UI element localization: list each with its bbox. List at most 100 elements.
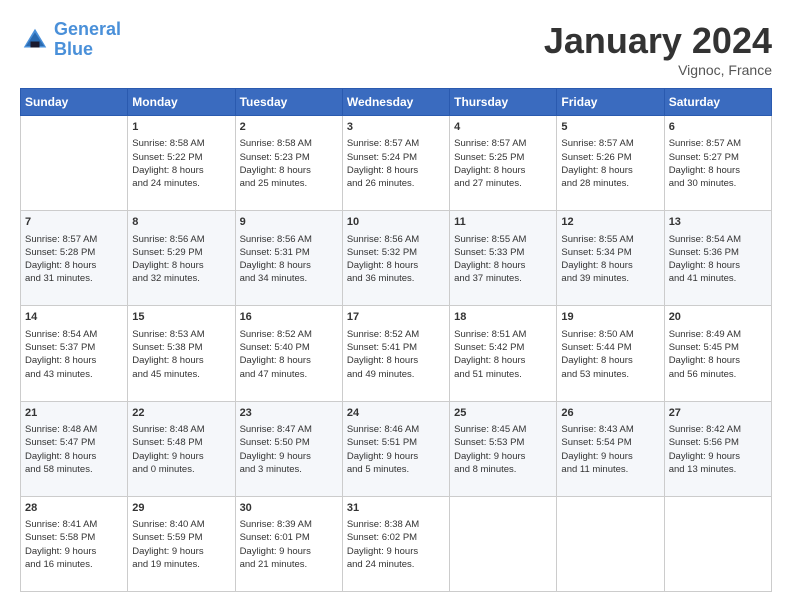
day-info: Sunrise: 8:48 AM [25,423,123,436]
day-cell: 6Sunrise: 8:57 AMSunset: 5:27 PMDaylight… [664,116,771,211]
day-info: Sunset: 5:24 PM [347,151,445,164]
day-info: Sunset: 5:40 PM [240,341,338,354]
day-info: Sunrise: 8:52 AM [240,328,338,341]
day-info: Sunset: 5:34 PM [561,246,659,259]
day-cell: 15Sunrise: 8:53 AMSunset: 5:38 PMDayligh… [128,306,235,401]
day-number: 26 [561,406,659,421]
day-info: Sunrise: 8:45 AM [454,423,552,436]
day-info: Sunset: 6:02 PM [347,531,445,544]
day-cell: 25Sunrise: 8:45 AMSunset: 5:53 PMDayligh… [450,401,557,496]
day-info: Sunrise: 8:38 AM [347,518,445,531]
location: Vignoc, France [544,62,772,78]
day-cell: 11Sunrise: 8:55 AMSunset: 5:33 PMDayligh… [450,211,557,306]
day-cell: 10Sunrise: 8:56 AMSunset: 5:32 PMDayligh… [342,211,449,306]
day-info: Sunrise: 8:56 AM [347,233,445,246]
day-info: and 53 minutes. [561,368,659,381]
day-number: 7 [25,215,123,230]
day-number: 19 [561,310,659,325]
day-info: Sunrise: 8:55 AM [454,233,552,246]
day-number: 23 [240,406,338,421]
day-cell: 14Sunrise: 8:54 AMSunset: 5:37 PMDayligh… [21,306,128,401]
day-number: 25 [454,406,552,421]
day-info: and 30 minutes. [669,177,767,190]
day-number: 14 [25,310,123,325]
day-info: Sunset: 5:33 PM [454,246,552,259]
calendar-header: SundayMondayTuesdayWednesdayThursdayFrid… [21,89,772,116]
day-cell: 20Sunrise: 8:49 AMSunset: 5:45 PMDayligh… [664,306,771,401]
day-info: and 11 minutes. [561,463,659,476]
day-info: Daylight: 8 hours [25,259,123,272]
day-info: Daylight: 9 hours [240,545,338,558]
day-info: Sunset: 5:47 PM [25,436,123,449]
day-info: Daylight: 8 hours [132,354,230,367]
day-info: Sunrise: 8:39 AM [240,518,338,531]
day-info: and 41 minutes. [669,272,767,285]
day-info: Sunrise: 8:43 AM [561,423,659,436]
day-cell: 24Sunrise: 8:46 AMSunset: 5:51 PMDayligh… [342,401,449,496]
day-header-monday: Monday [128,89,235,116]
day-info: Sunset: 5:28 PM [25,246,123,259]
day-info: Daylight: 8 hours [347,354,445,367]
day-info: and 8 minutes. [454,463,552,476]
day-info: and 27 minutes. [454,177,552,190]
day-info: Sunrise: 8:47 AM [240,423,338,436]
day-number: 6 [669,120,767,135]
day-info: Sunset: 5:25 PM [454,151,552,164]
day-cell: 13Sunrise: 8:54 AMSunset: 5:36 PMDayligh… [664,211,771,306]
day-cell: 5Sunrise: 8:57 AMSunset: 5:26 PMDaylight… [557,116,664,211]
day-info: Sunrise: 8:42 AM [669,423,767,436]
day-info: Sunset: 5:51 PM [347,436,445,449]
day-info: Sunrise: 8:58 AM [240,137,338,150]
day-info: Daylight: 9 hours [347,545,445,558]
day-cell [557,496,664,591]
header-row: SundayMondayTuesdayWednesdayThursdayFrid… [21,89,772,116]
header: General Blue January 2024 Vignoc, France [20,20,772,78]
day-info: Sunrise: 8:41 AM [25,518,123,531]
day-cell: 12Sunrise: 8:55 AMSunset: 5:34 PMDayligh… [557,211,664,306]
calendar: SundayMondayTuesdayWednesdayThursdayFrid… [20,88,772,592]
day-info: Daylight: 9 hours [132,450,230,463]
day-cell: 2Sunrise: 8:58 AMSunset: 5:23 PMDaylight… [235,116,342,211]
day-info: Daylight: 8 hours [454,259,552,272]
day-info: and 25 minutes. [240,177,338,190]
day-info: Daylight: 9 hours [561,450,659,463]
day-info: and 58 minutes. [25,463,123,476]
day-cell: 30Sunrise: 8:39 AMSunset: 6:01 PMDayligh… [235,496,342,591]
day-cell: 3Sunrise: 8:57 AMSunset: 5:24 PMDaylight… [342,116,449,211]
day-info: Sunrise: 8:57 AM [347,137,445,150]
day-cell: 23Sunrise: 8:47 AMSunset: 5:50 PMDayligh… [235,401,342,496]
day-header-friday: Friday [557,89,664,116]
day-cell: 31Sunrise: 8:38 AMSunset: 6:02 PMDayligh… [342,496,449,591]
day-info: and 3 minutes. [240,463,338,476]
day-cell: 19Sunrise: 8:50 AMSunset: 5:44 PMDayligh… [557,306,664,401]
month-title: January 2024 [544,20,772,62]
day-info: and 49 minutes. [347,368,445,381]
day-info: Sunset: 6:01 PM [240,531,338,544]
day-info: Sunrise: 8:57 AM [25,233,123,246]
day-cell: 28Sunrise: 8:41 AMSunset: 5:58 PMDayligh… [21,496,128,591]
title-block: January 2024 Vignoc, France [544,20,772,78]
day-info: Sunset: 5:44 PM [561,341,659,354]
day-info: Daylight: 9 hours [240,450,338,463]
day-cell: 8Sunrise: 8:56 AMSunset: 5:29 PMDaylight… [128,211,235,306]
day-info: and 31 minutes. [25,272,123,285]
day-info: Sunset: 5:37 PM [25,341,123,354]
day-info: Sunrise: 8:52 AM [347,328,445,341]
week-row-3: 14Sunrise: 8:54 AMSunset: 5:37 PMDayligh… [21,306,772,401]
day-info: Sunset: 5:59 PM [132,531,230,544]
day-info: Sunrise: 8:56 AM [240,233,338,246]
day-info: and 24 minutes. [347,558,445,571]
day-cell: 17Sunrise: 8:52 AMSunset: 5:41 PMDayligh… [342,306,449,401]
day-info: and 39 minutes. [561,272,659,285]
day-info: Daylight: 8 hours [669,164,767,177]
day-info: and 34 minutes. [240,272,338,285]
week-row-5: 28Sunrise: 8:41 AMSunset: 5:58 PMDayligh… [21,496,772,591]
logo-blue: Blue [54,39,93,59]
day-number: 13 [669,215,767,230]
day-info: Sunset: 5:22 PM [132,151,230,164]
logo-icon [20,25,50,55]
day-info: Sunset: 5:31 PM [240,246,338,259]
day-info: Sunrise: 8:58 AM [132,137,230,150]
day-info: Daylight: 8 hours [132,164,230,177]
day-info: and 0 minutes. [132,463,230,476]
